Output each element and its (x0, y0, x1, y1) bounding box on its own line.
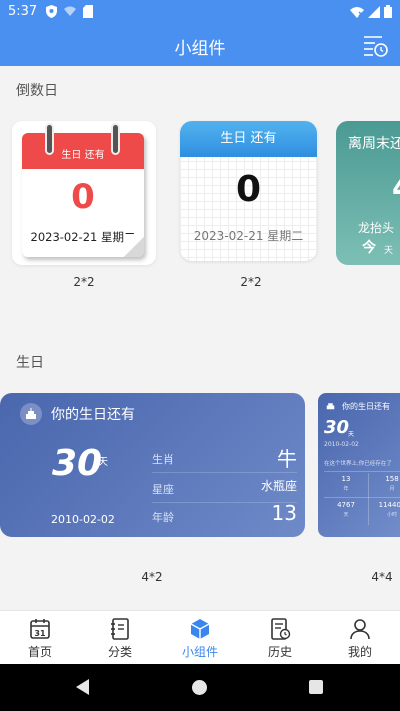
nav-label: 历史 (267, 645, 292, 659)
birthday-title: 你的生日还有 (342, 402, 390, 411)
days-unit: 天 (348, 431, 355, 438)
nav-label: 小组件 (181, 645, 218, 659)
system-nav-bar (0, 664, 400, 711)
nav-history[interactable]: 历史 (250, 617, 310, 660)
birthday-widget-4x2[interactable]: 你的生日还有 30 天 2010-02-02 生肖 牛 星座 水瓶座 年龄 13 (0, 393, 305, 537)
nav-home[interactable]: 31 首页 (10, 617, 70, 660)
birthday-section-title: 生日 (16, 355, 44, 371)
birthday-widget-4x4[interactable]: 你的生日还有 30 天 2010-02-02 在这个世界上,你已经存在了 13 … (318, 393, 400, 537)
widget-size-label: 4*4 (371, 570, 393, 584)
row-value: 牛 (277, 447, 297, 471)
festival-label: 龙抬头 (358, 221, 395, 235)
widget-content: 倒数日 生日 还有 0 2023-02-21 星期二 生日 还有 0 2023-… (0, 66, 400, 610)
widget-size-label: 2*2 (240, 275, 262, 289)
nav-label: 我的 (347, 645, 372, 659)
person-icon (348, 617, 372, 641)
divider (324, 471, 400, 472)
home-icon[interactable] (192, 680, 207, 695)
status-time: 5:37 (8, 4, 38, 19)
constellation-row: 星座 水瓶座 (152, 473, 297, 503)
shield-icon (46, 5, 57, 22)
signal-icon (368, 5, 380, 22)
battery-icon (384, 5, 392, 22)
countdown-header: 生日 还有 (180, 121, 317, 157)
notebook-icon (108, 617, 132, 641)
birthday-days: 30 (324, 417, 350, 438)
today-label: 今 (362, 240, 376, 256)
day-unit: 天 (384, 246, 394, 256)
countdown-section-title: 倒数日 (16, 83, 58, 99)
calendar-header: 生日 还有 (22, 133, 144, 169)
divider (368, 473, 369, 525)
countdown-widget-grid[interactable]: 生日 还有 0 2023-02-21 星期二 (180, 121, 317, 261)
countdown-widget-calendar[interactable]: 生日 还有 0 2023-02-21 星期二 (12, 121, 156, 265)
cake-icon (326, 401, 335, 412)
calendar-icon: 31 (28, 617, 52, 641)
cake-icon (20, 403, 42, 425)
countdown-header: 离周末还 (348, 136, 400, 152)
cube-icon (188, 617, 212, 641)
birthday-days: 30 (52, 443, 103, 484)
countdown-number: 4 (392, 171, 400, 206)
widget-size-label: 4*2 (141, 570, 163, 584)
age-row: 年龄 13 (152, 501, 297, 531)
nav-widgets[interactable]: 小组件 (170, 617, 230, 660)
stat-days: 4767 天 (337, 501, 355, 518)
stat-years: 13 年 (341, 475, 351, 492)
nav-label: 首页 (27, 645, 52, 659)
row-label: 星座 (152, 483, 174, 496)
birth-date: 2010-02-02 (51, 513, 115, 526)
widget-size-label: 2*2 (73, 275, 95, 289)
row-value: 13 (271, 501, 297, 525)
row-label: 年龄 (152, 511, 174, 524)
list-clock-icon[interactable] (362, 32, 388, 58)
existence-note: 在这个世界上,你已经存在了 (324, 461, 392, 467)
bottom-nav: 31 首页 分类 小组件 历史 我的 (0, 610, 400, 664)
app-bar: 小组件 (0, 24, 400, 66)
row-value: 水瓶座 (260, 479, 297, 493)
birth-date: 2010-02-02 (324, 441, 359, 448)
nav-label: 分类 (107, 645, 132, 659)
page-title: 小组件 (174, 39, 226, 59)
recents-icon[interactable] (309, 680, 323, 694)
days-unit: 天 (98, 457, 108, 468)
wifi-icon (350, 6, 364, 22)
countdown-number: 0 (71, 177, 95, 217)
calendar-ring-icon (45, 123, 54, 155)
row-label: 生肖 (152, 453, 174, 466)
history-doc-icon (268, 617, 292, 641)
wifi-off-icon (63, 5, 77, 22)
divider (324, 497, 400, 498)
stat-hours: 114408 小时 (378, 501, 400, 518)
status-bar: 5:37 (0, 0, 400, 24)
countdown-date: 2023-02-21 星期二 (193, 229, 304, 243)
countdown-number: 0 (235, 169, 262, 210)
page-curl (124, 237, 144, 257)
zodiac-row: 生肖 牛 (152, 443, 297, 473)
calendar-page: 生日 还有 0 2023-02-21 星期二 (22, 133, 144, 257)
countdown-widget-weekend[interactable]: 离周末还 4 龙抬头 今 天 (336, 121, 400, 265)
nav-mine[interactable]: 我的 (330, 617, 390, 660)
sd-card-icon (83, 5, 93, 22)
svg-text:31: 31 (34, 629, 46, 638)
birthday-title: 你的生日还有 (51, 407, 135, 423)
back-icon[interactable] (76, 679, 89, 695)
nav-category[interactable]: 分类 (90, 617, 150, 660)
stat-months: 158 月 (385, 475, 399, 492)
calendar-ring-icon (111, 123, 120, 155)
